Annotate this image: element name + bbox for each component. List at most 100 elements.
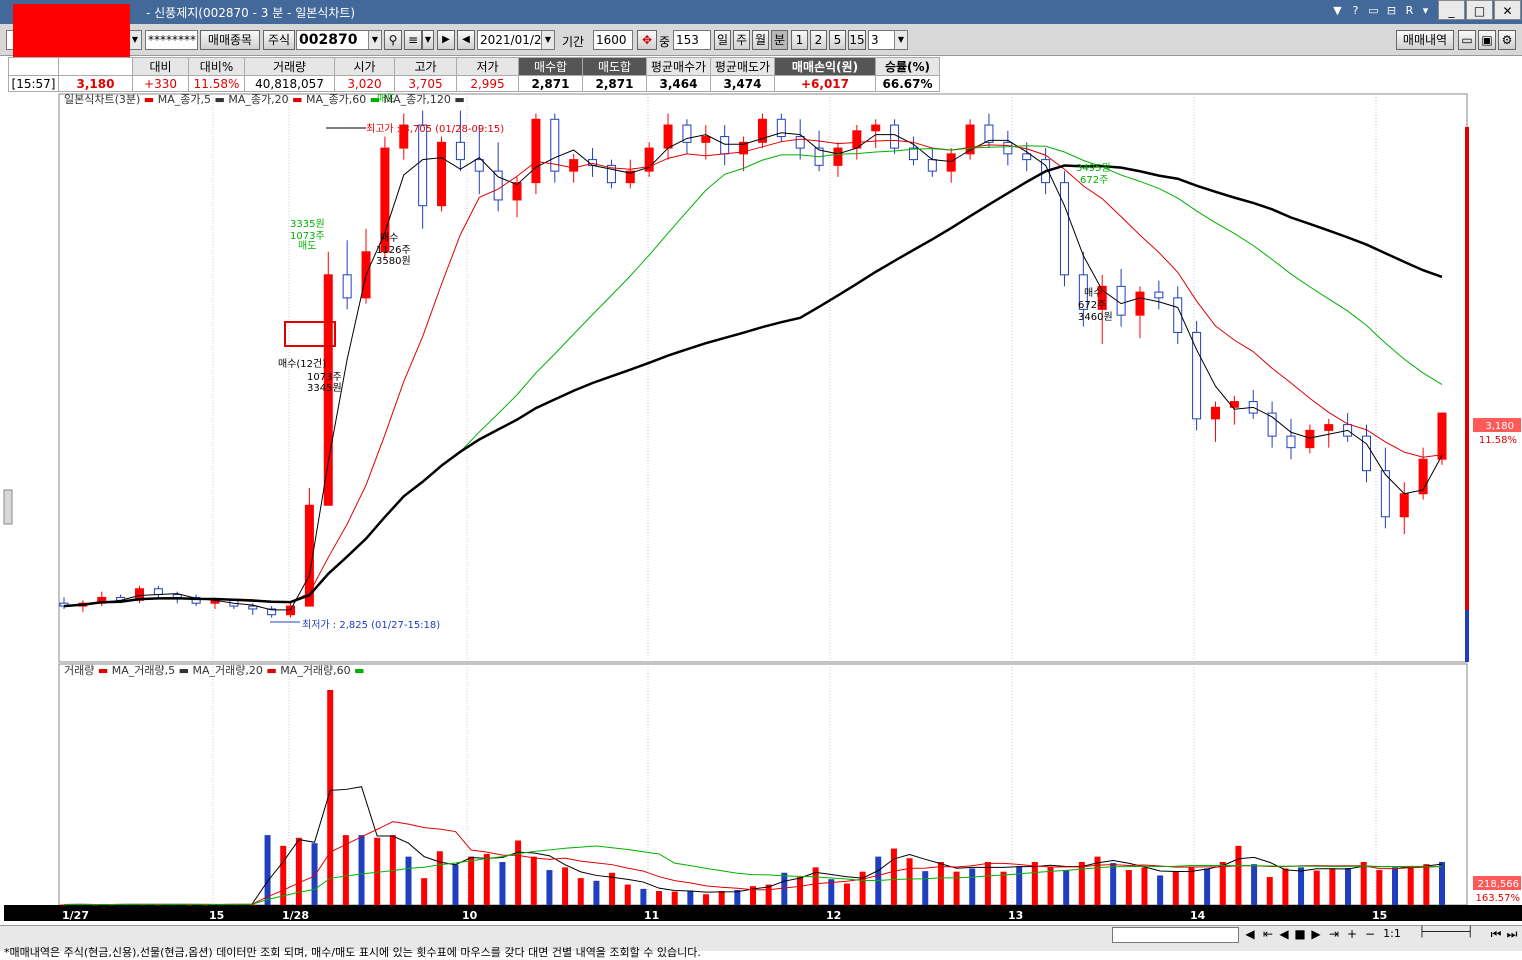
week-button[interactable]: 주 [733,30,750,50]
candle-body [474,159,484,172]
minute-select[interactable]: 3 ▼ [868,30,908,50]
zoom-ratio[interactable]: 1:1 [1380,927,1404,940]
dropdown-icon[interactable]: ▼ [1330,3,1345,19]
maximize-button[interactable]: □ [1466,0,1493,20]
volume-bar [1110,863,1117,905]
change-pct-value: 11.58% [188,75,245,92]
save-icon[interactable]: ▣ [1478,30,1496,50]
x-tick-label: 12 [826,909,841,922]
stock-code-input[interactable]: 002870 ▼ [296,30,382,50]
volume-value: 40,818,057 [244,75,335,92]
trade-history-button[interactable]: 매매내역 [1396,30,1454,50]
close-button[interactable]: ✕ [1494,0,1521,20]
volume-bar [1313,870,1320,905]
volume-bar [1157,875,1164,905]
volume-bar [499,862,506,905]
panel-toggle-handle[interactable] [3,489,13,525]
r-icon[interactable]: R [1402,3,1417,19]
minute-2-button[interactable]: 2 [810,30,827,50]
header-change-pct: 대비% [188,57,245,76]
scroll-track[interactable] [1112,927,1239,943]
jump-end-icon[interactable]: ⇥ [1326,927,1342,941]
volume-bar [718,891,725,905]
period-input[interactable]: 1600 [593,30,633,50]
first-page-icon[interactable]: ⏮ [1488,927,1504,942]
header-sell-sum: 매도합 [582,57,647,76]
volume-bar [358,835,365,905]
volume-bar [577,878,584,905]
help-icon[interactable]: ? [1348,3,1363,19]
month-button[interactable]: 월 [752,30,769,50]
count-input[interactable]: 153 [673,30,711,50]
chart-annotation: 3335원 [290,218,325,230]
menu-icon[interactable]: ▾ [1418,3,1433,19]
volume-bar [796,877,803,905]
candle-body [1305,429,1315,449]
minute-value: 3 [871,33,879,47]
window-title: - 신풍제지(002870 - 3 분 - 일본식차트) [146,6,356,20]
candle-body [1003,141,1013,155]
current-price-tag-text: 3,180 [1485,421,1514,432]
password-field[interactable]: ******** [145,30,198,50]
jump-start-icon[interactable]: ⇤ [1260,927,1276,941]
minute-button[interactable]: 분 [771,30,788,50]
rewind-icon[interactable]: ◀ [1276,927,1292,941]
header-high: 고가 [394,57,457,76]
status-message: *매매내역은 주식(현금,신용),선물(현금,옵션) 데이터만 조회 되며, 매… [4,946,701,959]
settings-icon[interactable]: ⚙ [1498,30,1516,50]
scroll-left-icon[interactable]: ◀ [1242,927,1258,941]
volume-bar [530,856,537,905]
folder-icon[interactable]: ▭ [1458,30,1476,50]
minute-15-button[interactable]: 15 [848,30,866,50]
next-icon[interactable]: ▶ [437,30,455,50]
candlestick-chart[interactable]: 최저가 : 2,825 (01/27-15:18) 최고가 : 3,705 (01… [0,92,1522,925]
volume-bar [1188,866,1195,905]
volume-bar [1141,867,1148,905]
header-volume: 거래량 [244,57,335,76]
zoom-slider[interactable]: ├───────┤ [1406,927,1486,938]
volume-bar [984,862,991,905]
stop-icon[interactable]: ■ [1292,927,1308,941]
chevron-down-icon[interactable]: ▼ [422,30,434,50]
search-icon[interactable]: ⚲ [384,30,402,50]
volume-bar [781,872,788,905]
candle-body [1154,291,1164,299]
zoom-in-icon[interactable]: + [1344,927,1360,941]
day-button[interactable]: 일 [714,30,731,50]
winrate-value: 66.67% [875,75,940,92]
minute-1-button[interactable]: 1 [791,30,808,50]
stock-type-button[interactable]: 주식 [263,30,295,50]
period-label: 기간 [562,35,585,49]
forward-icon[interactable]: ▶ [1308,927,1324,941]
crosshair-icon[interactable]: ✥ [637,30,657,50]
volume-bar [1063,870,1070,905]
last-page-icon[interactable]: ⏭ [1504,927,1520,942]
zoom-out-icon[interactable]: − [1362,927,1378,941]
trade-items-button[interactable]: 매매종목 [200,30,260,50]
volume-bar [405,856,412,905]
high-value: 3,705 [394,75,457,92]
avg-sell-value: 3,474 [710,75,775,92]
minimize-button[interactable]: _ [1438,0,1465,20]
date-input[interactable]: 2021/01/28 ▼ [477,30,555,50]
candle-body [437,141,447,207]
position-bar-red [1465,127,1469,610]
volume-bar [843,883,850,905]
candle-body [927,159,937,172]
volume-bar [1125,870,1132,905]
volume-bar [546,870,553,905]
minute-5-button[interactable]: 5 [829,30,846,50]
list-icon[interactable]: ≡ [404,30,422,50]
chart-annotation: 매도 [298,240,316,252]
candle-body [153,588,163,596]
volume-bar [703,894,710,905]
layout-icon[interactable]: ▭ [1366,3,1381,19]
chart-annotation: 최저가 : 2,825 (01/27-15:18) [302,619,440,631]
x-axis-bar [4,905,1522,921]
prev-icon[interactable]: ◀ [457,30,475,50]
grid-icon[interactable]: ⊟ [1384,3,1399,19]
volume-bar [656,891,663,905]
volume-bar [452,864,459,905]
volume-bar [890,848,897,905]
candle-body [1192,331,1202,420]
